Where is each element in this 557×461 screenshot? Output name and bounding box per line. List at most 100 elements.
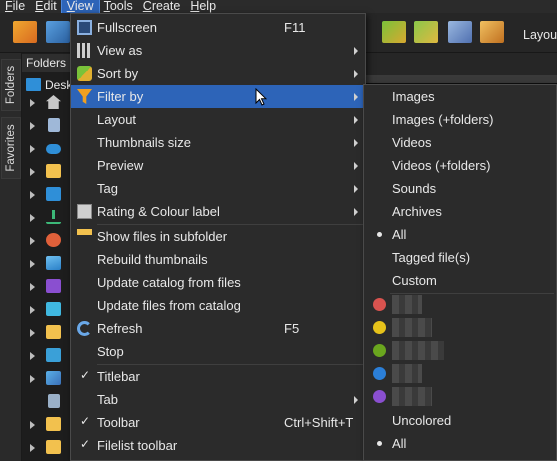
filter-item-videos-folders[interactable]: Videos (+folders)	[364, 154, 556, 177]
filter-icon	[77, 89, 92, 104]
expand-icon[interactable]	[30, 99, 35, 107]
tab-favorites[interactable]: Favorites	[1, 117, 21, 179]
tree-item[interactable]	[22, 390, 70, 413]
expand-icon[interactable]	[30, 283, 35, 291]
expand-icon[interactable]	[30, 168, 35, 176]
refresh-icon	[77, 321, 92, 336]
tree-item[interactable]	[22, 413, 70, 436]
filter-item-uncolored[interactable]: Uncolored	[364, 409, 556, 432]
expand-icon[interactable]	[30, 444, 35, 452]
yellow-label-icon	[373, 321, 386, 334]
filter-item-images-folders[interactable]: Images (+folders)	[364, 108, 556, 131]
menu-item-toolbar[interactable]: ✓ Toolbar Ctrl+Shift+T	[71, 411, 365, 434]
menu-item-filter-by[interactable]: Filter by	[71, 85, 365, 108]
expand-icon[interactable]	[30, 421, 35, 429]
expand-icon[interactable]	[30, 237, 35, 245]
layout-button[interactable]: Layout	[523, 28, 557, 42]
submenu-arrow-icon	[354, 116, 358, 124]
cloud-icon	[46, 144, 61, 154]
filter-item-tagged-files[interactable]: Tagged file(s)	[364, 246, 556, 269]
convert-icon[interactable]	[382, 21, 406, 43]
filter-item-color-yellow[interactable]	[364, 316, 556, 339]
menu-file[interactable]: File	[0, 0, 30, 13]
tree-item[interactable]	[22, 91, 70, 114]
tree-item[interactable]	[22, 275, 70, 298]
desktop-icon	[46, 187, 61, 201]
expand-icon[interactable]	[30, 329, 35, 337]
tree-item[interactable]	[22, 321, 70, 344]
label-name-redacted	[392, 341, 444, 360]
expand-icon[interactable]	[30, 191, 35, 199]
tree-item[interactable]	[22, 252, 70, 275]
expand-icon[interactable]	[30, 306, 35, 314]
filter-item-sounds[interactable]: Sounds	[364, 177, 556, 200]
monitor-icon	[46, 302, 61, 316]
filter-item-color-purple[interactable]	[364, 385, 556, 408]
submenu-arrow-icon	[354, 208, 358, 216]
expand-icon[interactable]	[30, 145, 35, 153]
tab-folders[interactable]: Folders	[1, 59, 21, 111]
tree-item[interactable]	[22, 229, 70, 252]
image-icon[interactable]	[480, 21, 504, 43]
tree-item[interactable]	[22, 344, 70, 367]
view-menu: Fullscreen F11 View as Sort by Filter by…	[70, 13, 366, 461]
filter-item-color-red[interactable]	[364, 293, 556, 316]
menu-item-filelist-toolbar[interactable]: ✓ Filelist toolbar	[71, 434, 365, 457]
menu-item-refresh[interactable]: Refresh F5	[71, 317, 365, 340]
label-name-redacted	[392, 318, 432, 337]
expand-icon[interactable]	[30, 352, 35, 360]
filter-item-color-green[interactable]	[364, 339, 556, 362]
browser-icon[interactable]	[13, 21, 37, 43]
tree-item[interactable]	[22, 160, 70, 183]
tree-item[interactable]	[22, 436, 70, 459]
menu-item-sort-by[interactable]: Sort by	[71, 62, 365, 85]
desktop-icon	[26, 78, 41, 91]
menu-item-tab[interactable]: Tab	[71, 388, 365, 411]
filter-item-all[interactable]: All	[364, 223, 556, 246]
menu-item-show-files-in-subfolder[interactable]: Show files in subfolder	[71, 225, 365, 248]
subfolder-icon	[77, 229, 92, 244]
filter-item-videos[interactable]: Videos	[364, 131, 556, 154]
menu-tools[interactable]: Tools	[99, 0, 138, 13]
filter-item-archives[interactable]: Archives	[364, 200, 556, 223]
scan-icon[interactable]	[448, 21, 472, 43]
tree-item[interactable]	[22, 137, 70, 160]
filter-item-all-colors[interactable]: All	[364, 432, 556, 455]
menu-view[interactable]: View	[60, 0, 100, 14]
blue-label-icon	[373, 367, 386, 380]
panel-title: Folders	[22, 54, 70, 72]
view-icon[interactable]	[46, 21, 70, 43]
tree-item[interactable]	[22, 183, 70, 206]
menu-create[interactable]: Create	[138, 0, 186, 13]
expand-icon[interactable]	[30, 260, 35, 268]
expand-icon[interactable]	[30, 375, 35, 383]
export-icon[interactable]	[414, 21, 438, 43]
tree-item[interactable]	[22, 206, 70, 229]
menu-edit[interactable]: Edit	[30, 0, 62, 13]
filter-item-images[interactable]: Images	[364, 85, 556, 108]
menu-item-tag[interactable]: Tag	[71, 177, 365, 200]
menu-help[interactable]: Help	[185, 0, 221, 13]
menu-item-stop[interactable]: Stop	[71, 340, 365, 363]
expand-icon[interactable]	[30, 122, 35, 130]
tree-item[interactable]	[22, 367, 70, 390]
tree-item[interactable]	[22, 298, 70, 321]
menu-item-rating-colour-label[interactable]: Rating & Colour label	[71, 200, 365, 223]
expand-icon[interactable]	[30, 214, 35, 222]
menu-item-fullscreen[interactable]: Fullscreen F11	[71, 16, 365, 39]
filter-item-color-blue[interactable]	[364, 362, 556, 385]
tree-item[interactable]	[22, 114, 70, 137]
rating-icon	[77, 204, 92, 219]
menu-item-preview[interactable]: Preview	[71, 154, 365, 177]
menu-item-view-as[interactable]: View as	[71, 39, 365, 62]
menu-item-rebuild-thumbnails[interactable]: Rebuild thumbnails	[71, 248, 365, 271]
checkmark-icon: ✓	[80, 414, 91, 428]
menu-item-update-catalog-from-files[interactable]: Update catalog from files	[71, 271, 365, 294]
menu-item-thumbnails-size[interactable]: Thumbnails size	[71, 131, 365, 154]
download-icon	[46, 210, 61, 224]
filter-item-custom[interactable]: Custom	[364, 269, 556, 292]
menu-item-titlebar[interactable]: ✓ Titlebar	[71, 365, 365, 388]
menu-item-layout[interactable]: Layout	[71, 108, 365, 131]
menu-item-update-files-from-catalog[interactable]: Update files from catalog	[71, 294, 365, 317]
submenu-arrow-icon	[354, 162, 358, 170]
